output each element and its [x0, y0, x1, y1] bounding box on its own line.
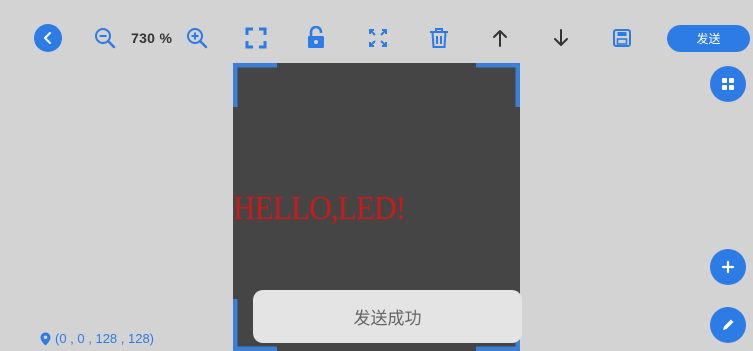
lock-icon	[308, 26, 324, 48]
zoom-out-button[interactable]	[91, 24, 119, 52]
expand-icon	[369, 29, 387, 47]
move-down-button[interactable]	[547, 24, 575, 52]
corner-handle-top-left[interactable]	[233, 63, 277, 107]
toast-message: 发送成功	[253, 290, 522, 343]
expand-button[interactable]	[364, 24, 392, 52]
back-button[interactable]	[34, 24, 62, 52]
coords-text: (0 , 0 , 128 , 128)	[55, 331, 155, 346]
led-text[interactable]: HELLO,LED!	[233, 190, 406, 228]
plus-icon	[721, 260, 735, 274]
add-button[interactable]	[710, 249, 746, 285]
arrow-up-icon	[493, 30, 507, 47]
save-icon	[613, 29, 631, 47]
lock-button[interactable]	[302, 24, 330, 52]
location-pin-icon	[40, 332, 51, 345]
move-up-button[interactable]	[486, 24, 514, 52]
fit-frame-button[interactable]	[242, 24, 270, 52]
zoom-in-icon	[187, 28, 208, 49]
zoom-out-icon	[95, 28, 116, 49]
arrow-down-icon	[554, 29, 568, 46]
toolbar: 730 % 发送	[0, 0, 753, 62]
zoom-in-button[interactable]	[183, 24, 211, 52]
grid-icon	[722, 78, 734, 90]
delete-button[interactable]	[425, 24, 453, 52]
send-button[interactable]: 发送	[667, 25, 750, 52]
fit-frame-icon	[245, 27, 267, 49]
pencil-icon	[723, 319, 734, 330]
save-button[interactable]	[608, 24, 636, 52]
edit-button[interactable]	[710, 307, 746, 343]
zoom-level: 730 %	[131, 30, 173, 46]
back-icon	[44, 32, 51, 44]
position-readout: (0 , 0 , 128 , 128)	[40, 331, 154, 346]
grid-button[interactable]	[710, 66, 746, 102]
corner-handle-top-right[interactable]	[476, 63, 520, 107]
trash-icon	[430, 28, 448, 48]
